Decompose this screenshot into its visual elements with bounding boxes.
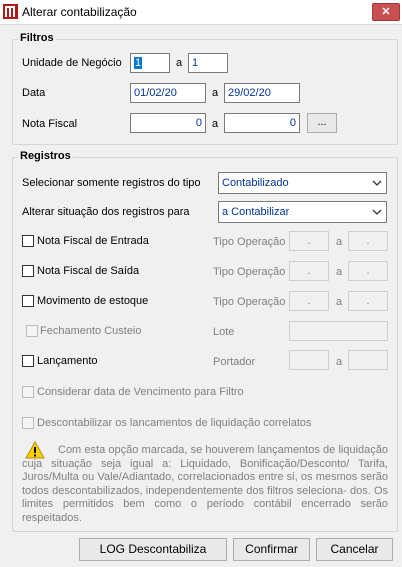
nf-entrada-label: Nota Fiscal de Entrada [37,235,149,247]
nf-saida-checkbox[interactable] [22,265,34,277]
portador-from-input[interactable] [289,350,329,370]
lancamento-checkbox[interactable] [22,355,34,367]
nota-browse-button[interactable]: ... [307,113,337,133]
lancamento-label: Lançamento [37,355,98,367]
confirmar-button[interactable]: Confirmar [233,538,310,561]
window-title: Alterar contabilização [22,5,137,19]
lote-label: Lote [213,326,235,338]
data-to-input[interactable]: 29/02/20 [224,83,300,103]
portador-label: Portador [213,356,256,368]
close-button[interactable]: ✕ [372,3,400,21]
warning-text: Com esta opção marcada, se houverem lanç… [22,444,388,524]
tipo-dropdown[interactable]: Contabilizado [218,172,387,194]
movimento-label: Movimento de estoque [37,295,149,307]
lote-input[interactable] [289,321,388,341]
portador-sep: a [336,356,343,368]
fechamento-label: Fechamento Custeio [40,325,142,337]
tipo-value: Contabilizado [222,177,289,189]
nota-sep: a [212,118,219,130]
considerar-label: Considerar data de Vencimento para Filtr… [37,386,244,398]
nf-entrada-tipo-label: Tipo Operação [213,236,286,248]
data-label: Data [22,87,46,99]
movimento-checkbox[interactable] [22,295,34,307]
movimento-to-input[interactable]: . [348,291,388,311]
data-from-input[interactable]: 01/02/20 [130,83,206,103]
data-sep: a [212,87,219,99]
descontabilizar-label: Descontabilizar os lancamentos de liquid… [37,417,312,429]
movimento-tipo-label: Tipo Operação [213,296,286,308]
nf-entrada-sep: a [336,236,343,248]
considerar-checkbox[interactable] [22,386,34,398]
filtros-title: Filtros [18,32,56,44]
portador-to-input[interactable] [348,350,388,370]
nota-fiscal-label: Nota Fiscal [22,118,78,130]
situacao-value: a Contabilizar [222,206,290,218]
situacao-dropdown[interactable]: a Contabilizar [218,201,387,223]
title-bar: Alterar contabilização ✕ [0,0,402,25]
movimento-sep: a [336,296,343,308]
descontabilizar-checkbox[interactable] [22,417,34,429]
nf-saida-tipo-label: Tipo Operação [213,266,286,278]
nf-saida-label: Nota Fiscal de Saída [37,265,140,277]
log-descontabiliza-button[interactable]: LOG Descontabiliza [79,538,227,561]
nf-saida-from-input[interactable]: . [289,261,329,281]
unidade-sep: a [176,57,183,69]
cancelar-button[interactable]: Cancelar [316,538,393,561]
fechamento-checkbox[interactable] [26,325,38,337]
nota-from-input[interactable]: 0 [130,113,206,133]
nf-entrada-checkbox[interactable] [22,235,34,247]
registros-title: Registros [18,150,73,162]
movimento-from-input[interactable]: . [289,291,329,311]
chevron-down-icon [372,209,382,215]
nf-saida-sep: a [336,266,343,278]
nf-entrada-to-input[interactable]: . [348,231,388,251]
unidade-to-input[interactable]: 1 [188,53,228,73]
unidade-label: Unidade de Negócio [22,57,122,69]
chevron-down-icon [372,180,382,186]
unidade-from-input[interactable]: 1 [130,53,170,73]
nota-to-input[interactable]: 0 [224,113,300,133]
app-icon [3,4,18,19]
nf-saida-to-input[interactable]: . [348,261,388,281]
unidade-from-value: 1 [134,57,143,69]
situacao-label: Alterar situação dos registros para [22,206,190,218]
nf-entrada-from-input[interactable]: . [289,231,329,251]
tipo-label: Selecionar somente registros do tipo [22,177,201,189]
